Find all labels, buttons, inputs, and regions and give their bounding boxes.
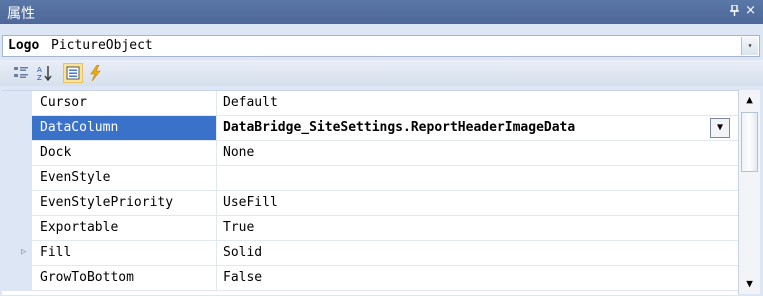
property-row-datacolumn[interactable]: DataColumn DataBridge_SiteSettings.Repor… [2, 116, 738, 141]
property-name: Exportable [32, 216, 217, 241]
property-name: Dock [32, 141, 217, 166]
close-icon[interactable]: × [745, 3, 756, 18]
svg-text:A: A [37, 66, 42, 74]
properties-panel: 属性 × Logo PictureObject ▾ A Z Cursor Def… [0, 0, 763, 296]
scroll-down-icon[interactable]: ▼ [739, 274, 760, 294]
property-value[interactable]: None [217, 141, 738, 166]
property-value[interactable]: UseFill [217, 191, 738, 216]
vertical-scrollbar[interactable]: ▲ ▼ [738, 90, 760, 294]
property-value[interactable]: DataBridge_SiteSettings.ReportHeaderImag… [217, 116, 738, 141]
property-name: DataColumn [32, 116, 217, 141]
scroll-thumb[interactable] [741, 112, 758, 172]
property-row-evenstylepriority[interactable]: EvenStylePriority UseFill [2, 191, 738, 216]
svg-text:Z: Z [37, 74, 42, 81]
property-value[interactable]: Solid [217, 241, 738, 266]
property-name: Cursor [32, 91, 217, 116]
categorized-icon[interactable] [11, 63, 31, 83]
property-value[interactable]: False [217, 266, 738, 291]
panel-title-bar: 属性 × [0, 0, 763, 24]
alphabetical-icon[interactable]: A Z [35, 63, 55, 83]
property-row-evenstyle[interactable]: EvenStyle [2, 166, 738, 191]
property-value[interactable] [217, 166, 738, 191]
object-selector-dropdown-button[interactable]: ▾ [741, 37, 758, 55]
expand-icon[interactable]: ▷ [21, 247, 26, 257]
panel-title: 属性 [7, 6, 35, 22]
property-value[interactable]: Default [217, 91, 738, 116]
property-grid: Cursor Default DataColumn DataBridge_Sit… [2, 90, 738, 295]
object-type: PictureObject [51, 38, 153, 53]
object-selector[interactable]: Logo PictureObject ▾ [2, 35, 760, 57]
property-name: EvenStylePriority [32, 191, 217, 216]
pin-icon[interactable] [730, 4, 739, 19]
property-row-growtobottom[interactable]: GrowToBottom False [2, 266, 738, 291]
properties-icon[interactable] [63, 63, 83, 83]
properties-toolbar: A Z [0, 60, 763, 86]
property-row-fill[interactable]: ▷ Fill Solid [2, 241, 738, 266]
events-icon[interactable] [86, 63, 106, 83]
scroll-up-icon[interactable]: ▲ [739, 90, 760, 110]
property-row-cursor[interactable]: Cursor Default [2, 91, 738, 116]
object-name: Logo [8, 38, 40, 53]
value-dropdown-button[interactable]: ▼ [710, 118, 730, 138]
property-row-exportable[interactable]: Exportable True [2, 216, 738, 241]
property-row-dock[interactable]: Dock None [2, 141, 738, 166]
property-name: EvenStyle [32, 166, 217, 191]
property-value[interactable]: True [217, 216, 738, 241]
property-name: Fill [32, 241, 217, 266]
property-name: GrowToBottom [32, 266, 217, 291]
